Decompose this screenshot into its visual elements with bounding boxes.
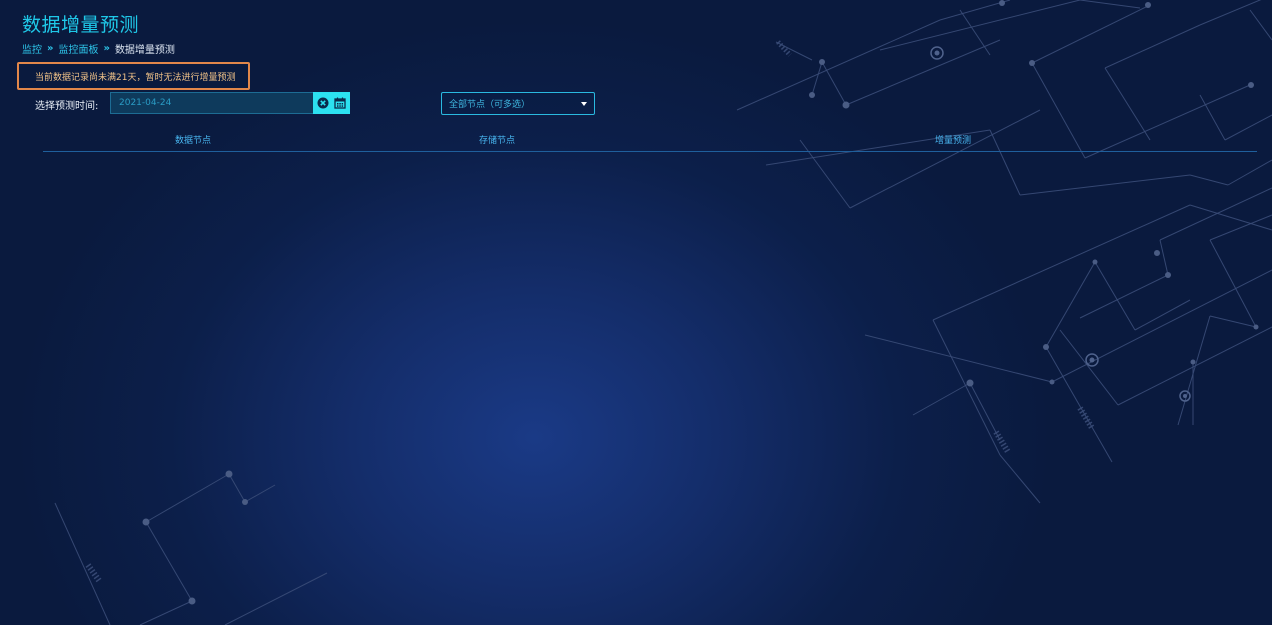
breadcrumb-item-current: 数据增量预测 (114, 45, 175, 56)
date-picker-buttons (313, 92, 350, 114)
breadcrumb: 监控 » 监控面板 » 数据增量预测 (22, 41, 175, 56)
calendar-icon[interactable] (333, 96, 347, 110)
breadcrumb-separator-icon: » (103, 43, 110, 54)
caret-down-icon (581, 101, 587, 106)
node-select[interactable]: 全部节点（可多选） (441, 92, 595, 115)
breadcrumb-separator-icon: » (47, 43, 54, 54)
column-header-increment-forecast[interactable]: 增量预测 (935, 133, 971, 146)
node-select-value: 全部节点（可多选） (449, 100, 531, 110)
column-header-storage-node[interactable]: 存储节点 (479, 133, 515, 146)
warning-text: 当前数据记录尚未满21天，暂时无法进行增量预测 (35, 72, 236, 83)
column-header-data-node[interactable]: 数据节点 (175, 133, 211, 146)
clear-circle-icon[interactable] (316, 96, 330, 110)
page-title: 数据增量预测 (22, 14, 140, 36)
table-header: 数据节点 存储节点 增量预测 (43, 128, 1257, 152)
date-input[interactable] (110, 92, 313, 114)
warning-message: 当前数据记录尚未满21天，暂时无法进行增量预测 (17, 62, 250, 90)
date-label: 选择预测时间: (35, 101, 99, 112)
breadcrumb-item-dashboard[interactable]: 监控面板 (58, 41, 98, 56)
date-picker (110, 92, 350, 114)
breadcrumb-item-monitor[interactable]: 监控 (22, 41, 42, 56)
